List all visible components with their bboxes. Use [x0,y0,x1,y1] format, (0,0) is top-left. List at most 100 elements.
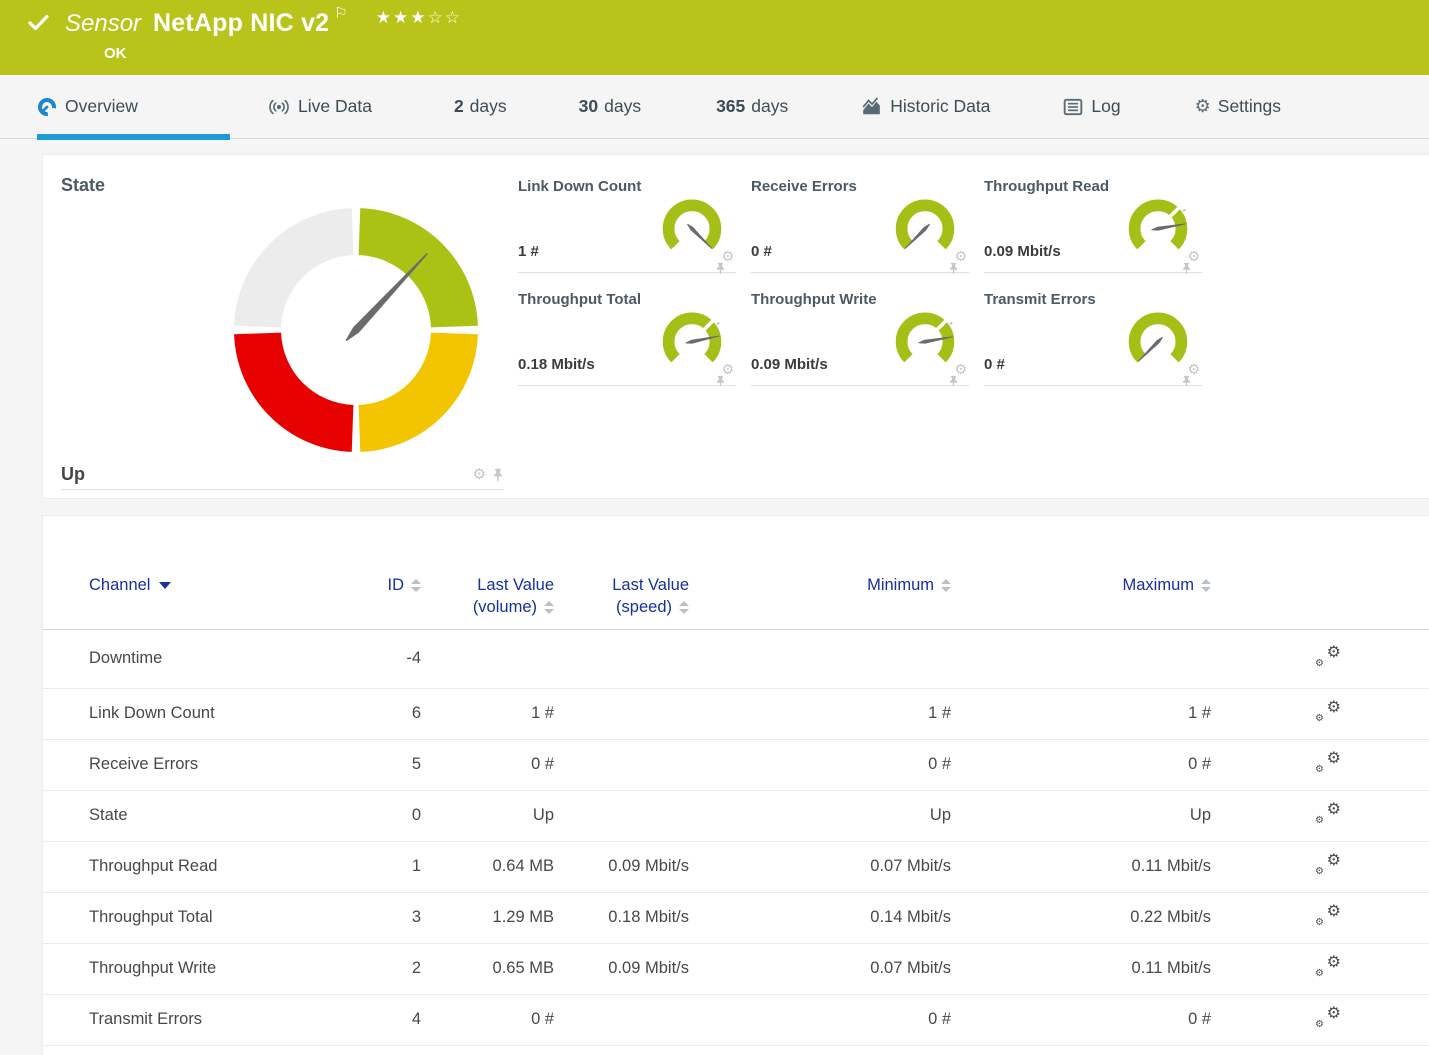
cell-minimum: 0 # [689,1010,951,1029]
pin-icon[interactable] [715,262,726,275]
tab-overview-label: Overview [65,96,138,117]
mini-gauge [656,303,728,375]
channel-table-card: Channel ID Last Value(volume) Last Value… [42,515,1429,1055]
cell-minimum: 0.07 Mbit/s [689,857,951,876]
log-list-icon [1063,98,1083,116]
tab-30-days[interactable]: 30 days [579,75,641,139]
cell-last-value-volume: 1 # [421,704,554,723]
column-header-last-value-speed[interactable]: Last Value(speed) [554,574,689,619]
table-row-throughput-total: Throughput Total 3 1.29 MB 0.18 Mbit/s 0… [43,893,1429,944]
cell-maximum: 0.11 Mbit/s [951,857,1211,876]
gauge-panel-value: 0 # [751,243,772,260]
row-settings-gears-icon[interactable]: ⚙⚙ [1315,852,1341,876]
gauge-panel-value: 1 # [518,243,539,260]
tab-30-days-number: 30 [579,96,598,117]
table-row-link-down-count: Link Down Count 6 1 # 1 # 1 # ⚙⚙ [43,689,1429,740]
mini-gauge [656,190,728,262]
priority-stars[interactable]: ★★★☆☆ [376,8,462,28]
cell-id: 0 [339,806,421,825]
channel-table: Channel ID Last Value(volume) Last Value… [43,516,1429,1046]
mini-gauge [1122,190,1194,262]
pin-icon[interactable] [948,375,959,386]
page-title: NetApp NIC v2 [153,9,329,38]
gauge-panel-link-down-count: Link Down Count 1 # ⚙ [518,178,736,273]
gauge-panel-value: 0 # [984,356,1005,373]
row-settings-gears-icon[interactable]: ⚙⚙ [1315,903,1341,927]
table-row-state: State 0 Up Up Up ⚙⚙ [43,791,1429,842]
row-settings-gears-icon[interactable]: ⚙⚙ [1315,750,1341,774]
cell-last-value-speed: 0.09 Mbit/s [554,857,689,876]
gauge-icon [37,97,57,117]
tab-settings[interactable]: ⚙ Settings [1195,75,1281,139]
cell-id: 1 [339,857,421,876]
cell-minimum: Up [689,806,951,825]
tab-2-days-label: days [470,96,507,117]
cell-maximum: 0.22 Mbit/s [951,908,1211,927]
cell-channel: Receive Errors [89,755,339,774]
cell-last-value-volume: 0 # [421,755,554,774]
cell-last-value-speed: 0.09 Mbit/s [554,959,689,978]
row-settings-gears-icon[interactable]: ⚙⚙ [1315,1005,1341,1029]
row-settings-gears-icon[interactable]: ⚙⚙ [1315,644,1341,668]
pin-icon[interactable] [492,468,504,482]
state-gauge-value: Up [61,464,85,485]
tab-2-days-number: 2 [454,96,464,117]
broadcast-icon [268,97,290,117]
gauge-panel-transmit-errors: Transmit Errors 0 # ⚙ [984,291,1202,386]
tab-historic-data-label: Historic Data [890,96,990,117]
cell-channel: Link Down Count [89,704,339,723]
cell-channel: Throughput Write [89,959,339,978]
tab-log[interactable]: Log [1063,75,1120,139]
column-header-maximum[interactable]: Maximum [951,574,1211,596]
sort-caret-icon [159,582,171,589]
cell-last-value-volume: Up [421,806,554,825]
row-settings-gears-icon[interactable]: ⚙⚙ [1315,699,1341,723]
column-header-minimum[interactable]: Minimum [689,574,951,596]
tab-365-days[interactable]: 365 days [716,75,788,139]
pin-icon[interactable] [1181,375,1192,386]
tab-2-days[interactable]: 2 days [454,75,507,139]
priority-flag-icon[interactable]: ⚐ [334,4,347,22]
cell-last-value-volume: 0.65 MB [421,959,554,978]
row-settings-gears-icon[interactable]: ⚙⚙ [1315,801,1341,825]
gauges-card: State Up ⚙ Link Down Count 1 # ⚙ [42,154,1429,499]
tab-overview[interactable]: Overview [37,75,230,139]
gear-icon: ⚙ [1195,96,1211,117]
mini-gauge [889,190,961,262]
tab-live-data[interactable]: Live Data [268,75,372,139]
pin-icon[interactable] [715,375,726,386]
cell-maximum: 0.11 Mbit/s [951,959,1211,978]
tab-historic-data[interactable]: Historic Data [861,75,990,139]
cell-id: 5 [339,755,421,774]
column-header-id[interactable]: ID [339,574,421,596]
pin-icon[interactable] [1181,262,1192,275]
sort-arrows-icon [411,579,421,592]
cell-id: 6 [339,704,421,723]
gauge-panel-throughput-write: Throughput Write 0.09 Mbit/s ⚙ [751,291,969,386]
row-settings-gears-icon[interactable]: ⚙⚙ [1315,954,1341,978]
gauge-panel-value: 0.18 Mbit/s [518,356,595,373]
channel-settings-gear-icon[interactable]: ⚙ [473,467,486,482]
sort-arrows-icon [941,579,951,592]
gauge-panel-value: 0.09 Mbit/s [984,243,1061,260]
pin-icon[interactable] [948,262,959,275]
tab-live-data-label: Live Data [298,96,372,117]
cell-channel: Throughput Read [89,857,339,876]
cell-id: 2 [339,959,421,978]
object-kind-label: Sensor [65,10,141,38]
tab-settings-label: Settings [1218,96,1281,117]
cell-last-value-volume: 0 # [421,1010,554,1029]
mini-gauge [1122,303,1194,375]
mini-gauge-grid: Link Down Count 1 # ⚙ Receive Errors 0 #… [518,178,1429,386]
stars-filled[interactable]: ★★★ [376,8,428,28]
cell-maximum: Up [951,806,1211,825]
cell-channel: Transmit Errors [89,1010,339,1029]
tab-log-label: Log [1091,96,1120,117]
column-header-channel[interactable]: Channel [89,574,339,596]
stars-empty[interactable]: ☆☆ [427,8,461,28]
table-row-throughput-read: Throughput Read 1 0.64 MB 0.09 Mbit/s 0.… [43,842,1429,893]
cell-last-value-volume: 0.64 MB [421,857,554,876]
table-header-row: Channel ID Last Value(volume) Last Value… [43,574,1429,630]
column-header-last-value-volume[interactable]: Last Value(volume) [421,574,554,619]
cell-minimum: 1 # [689,704,951,723]
